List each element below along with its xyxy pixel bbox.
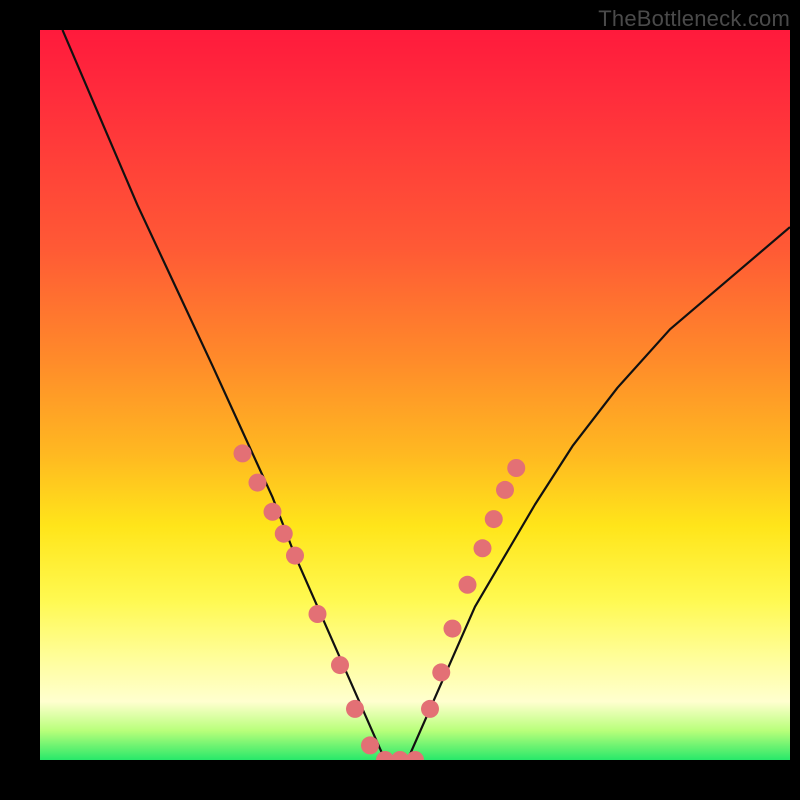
dot — [507, 459, 525, 477]
watermark-text: TheBottleneck.com — [598, 6, 790, 32]
dot — [286, 547, 304, 565]
dot — [421, 700, 439, 718]
dot — [444, 620, 462, 638]
dot — [485, 510, 503, 528]
dot — [234, 444, 252, 462]
dot — [331, 656, 349, 674]
dot — [309, 605, 327, 623]
dot — [432, 663, 450, 681]
chart-frame: TheBottleneck.com — [0, 0, 800, 800]
dot — [474, 539, 492, 557]
plot-area — [40, 30, 790, 760]
dot — [346, 700, 364, 718]
dot — [361, 736, 379, 754]
dot — [459, 576, 477, 594]
curve-path — [63, 30, 791, 760]
plot-overlay — [40, 30, 790, 760]
dot — [264, 503, 282, 521]
dot — [406, 751, 424, 760]
bottleneck-curve — [63, 30, 791, 760]
dot — [249, 474, 267, 492]
scatter-dots — [234, 444, 526, 760]
dot — [275, 525, 293, 543]
dot — [496, 481, 514, 499]
